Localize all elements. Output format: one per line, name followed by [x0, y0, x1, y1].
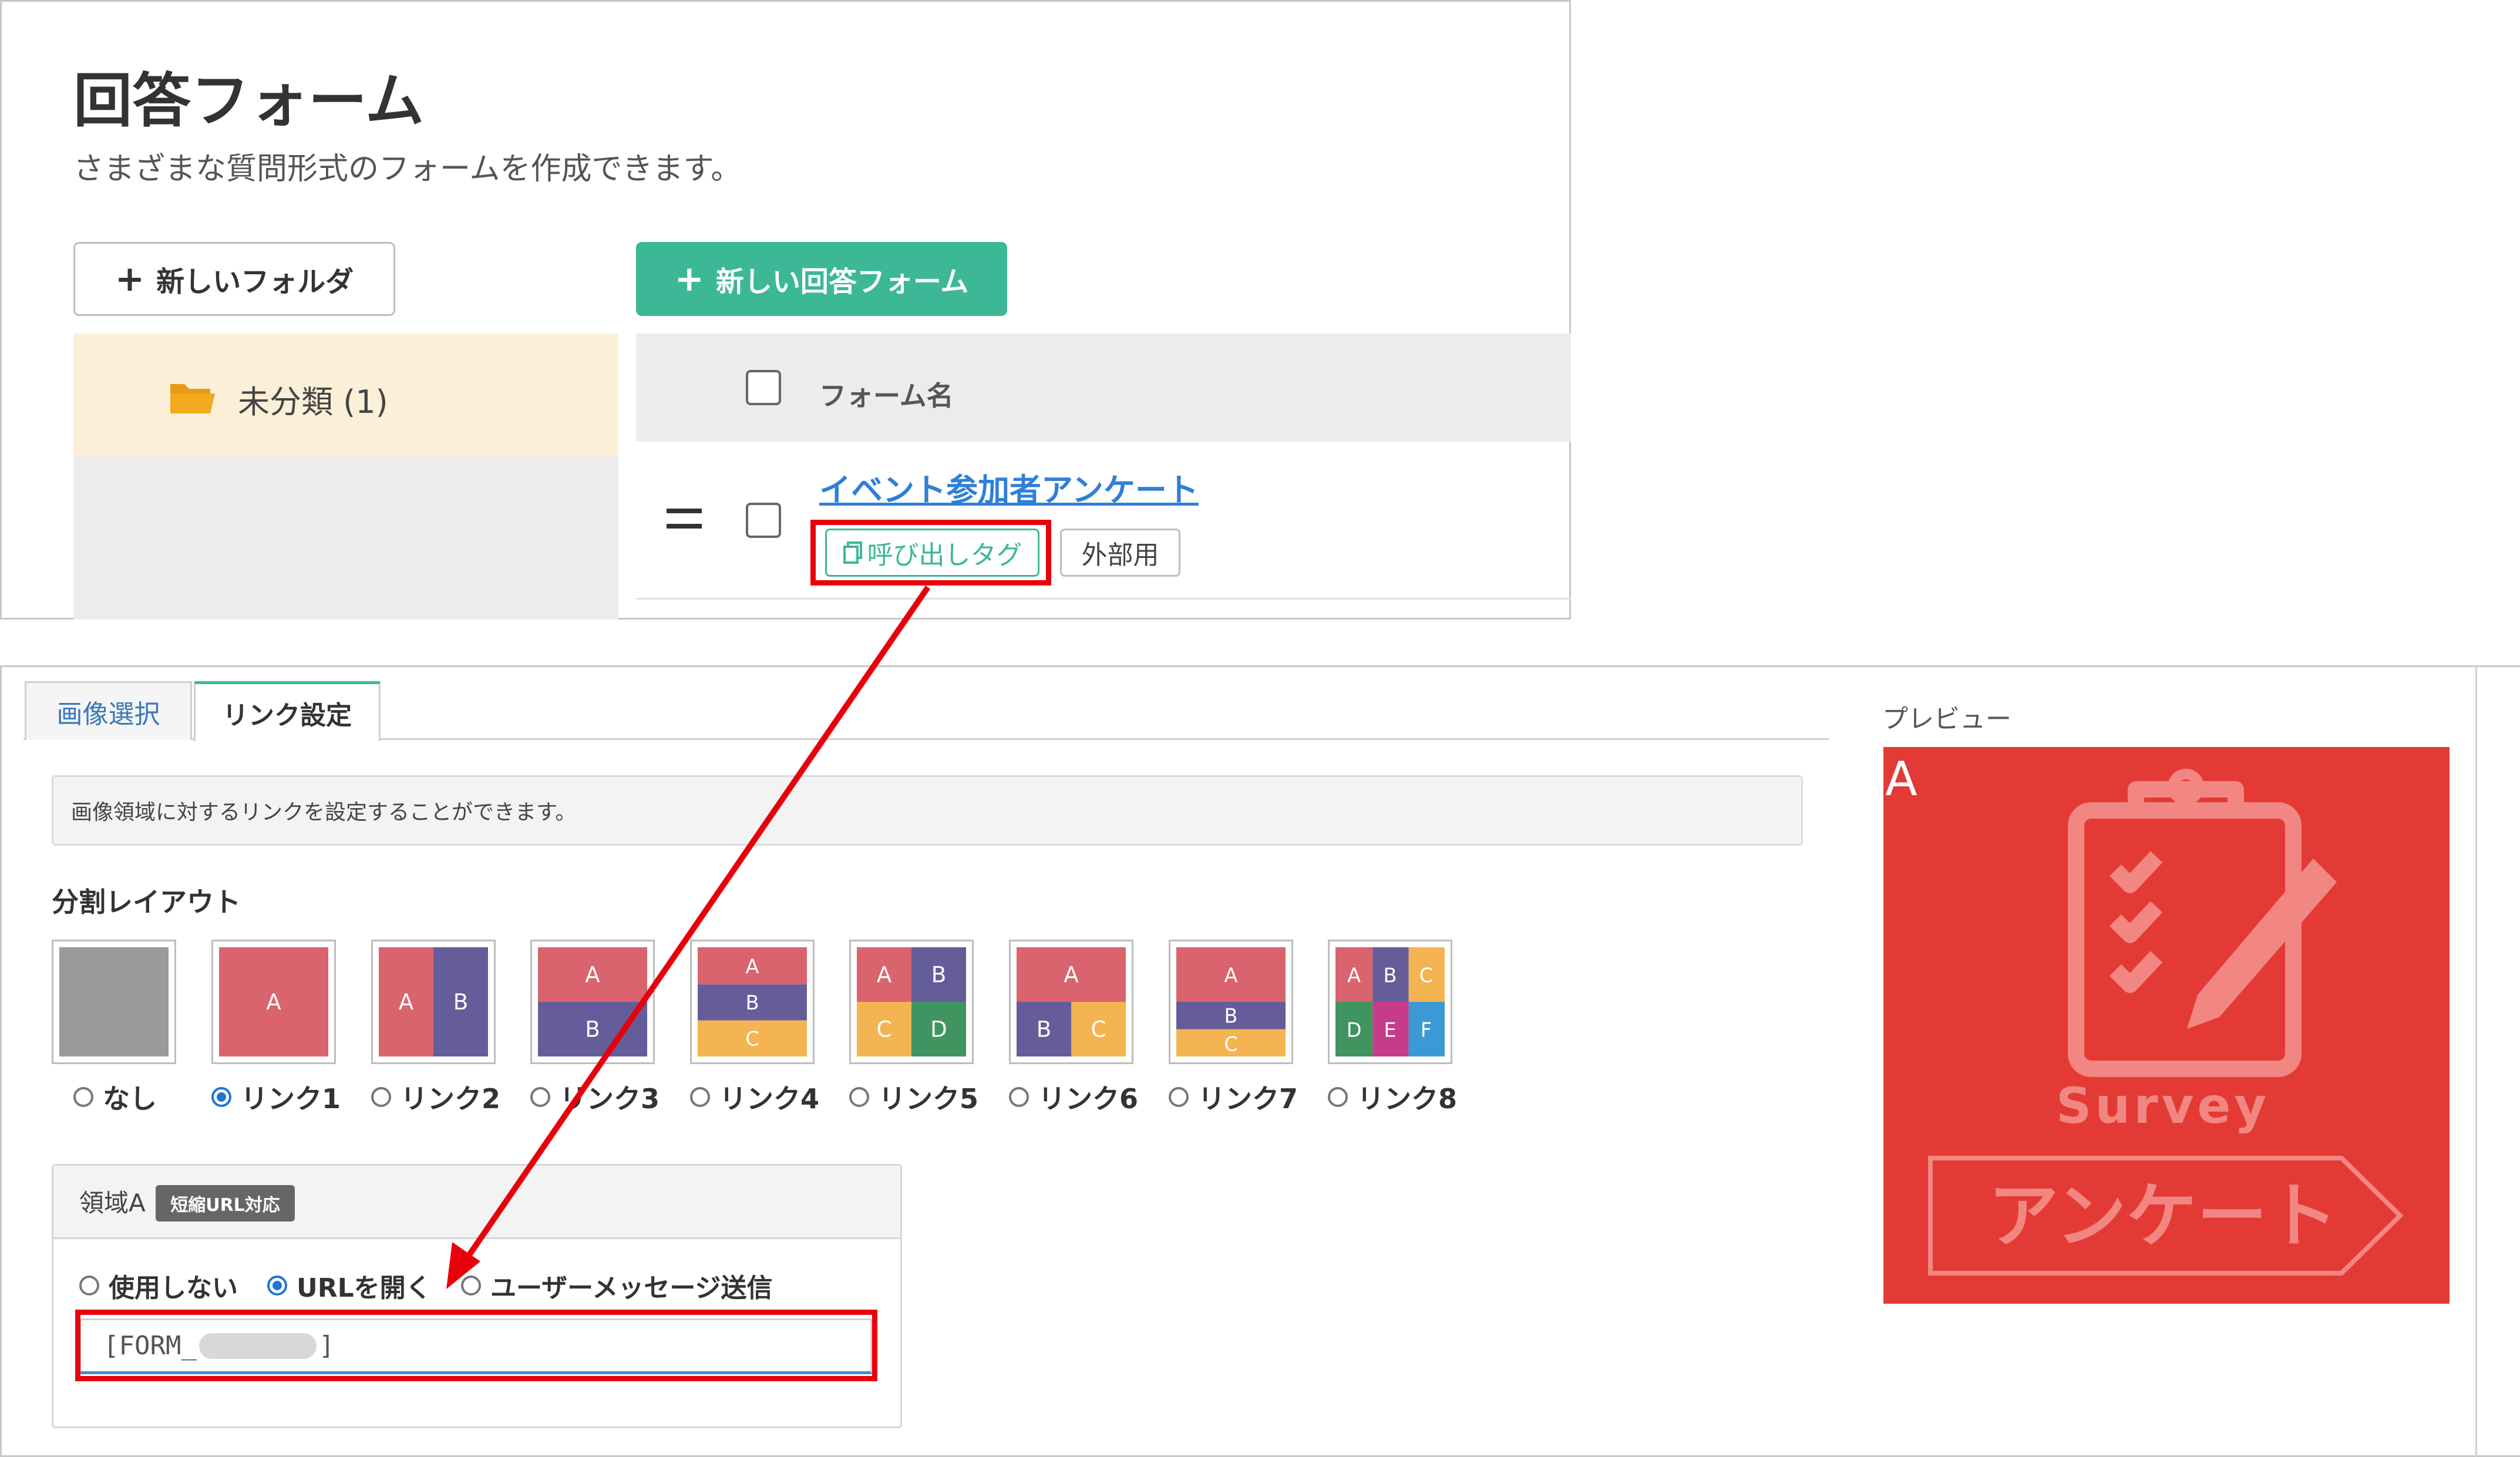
page-title: 回答フォーム	[73, 66, 424, 135]
layout-thumb-link5[interactable]: A B C D	[849, 940, 974, 1064]
pencil-icon	[2187, 859, 2337, 1029]
preview-label: プレビュー	[1882, 704, 2011, 734]
short-url-badge: 短縮URL対応	[156, 1185, 295, 1222]
external-button[interactable]: 外部用	[1060, 529, 1180, 577]
plus-icon: +	[115, 258, 145, 300]
layout-thumb-link1[interactable]: A	[211, 940, 336, 1064]
svg-text:A: A	[746, 955, 759, 978]
radio-button[interactable]	[461, 1276, 481, 1296]
new-form-label: 新しい回答フォーム	[715, 265, 969, 298]
action-option-open-url[interactable]: URLを開く	[267, 1267, 432, 1304]
action-option-none[interactable]: 使用しない	[79, 1267, 238, 1304]
svg-text:E: E	[1384, 1019, 1396, 1042]
callout-highlight-url-input	[75, 1310, 877, 1381]
folder-open-icon	[170, 384, 215, 413]
row-divider	[636, 598, 1571, 600]
callout-highlight-call-tag	[810, 520, 1051, 586]
preview-text-ja: アンケート	[1988, 1176, 2337, 1257]
info-message: 画像領域に対するリンクを設定することができます。	[52, 775, 1803, 846]
svg-text:B: B	[1384, 964, 1397, 987]
new-form-button[interactable]: + 新しい回答フォーム	[636, 242, 1007, 316]
new-folder-button[interactable]: + 新しいフォルダ	[73, 242, 395, 316]
svg-text:C: C	[745, 1027, 759, 1050]
svg-text:B: B	[746, 991, 759, 1014]
svg-text:A: A	[1347, 964, 1361, 987]
radio-button[interactable]	[1009, 1087, 1029, 1107]
layout-thumb-link8[interactable]: A B C D E F	[1328, 940, 1452, 1064]
radio-button[interactable]	[849, 1087, 869, 1107]
svg-text:C: C	[1091, 1017, 1106, 1042]
svg-text:B: B	[1037, 1017, 1052, 1042]
radio-button-selected[interactable]	[267, 1276, 287, 1296]
svg-text:D: D	[930, 1017, 947, 1042]
column-header-form-name: フォーム名	[819, 380, 954, 412]
svg-text:C: C	[877, 1017, 892, 1042]
svg-text:A: A	[1224, 964, 1238, 987]
radio-button[interactable]	[530, 1087, 550, 1107]
layout-thumb-none[interactable]	[52, 940, 176, 1064]
layout-option-link4[interactable]: リンク4	[690, 1078, 819, 1116]
preview-region-letter: A	[1885, 752, 1917, 806]
plus-icon: +	[674, 258, 704, 300]
svg-text:D: D	[1347, 1019, 1362, 1042]
svg-text:B: B	[1224, 1004, 1238, 1027]
svg-text:F: F	[1421, 1019, 1432, 1042]
layout-thumb-link6[interactable]: A B C	[1009, 940, 1133, 1064]
svg-text:C: C	[1419, 964, 1433, 987]
panel-divider	[2475, 665, 2477, 1457]
radio-button[interactable]	[1169, 1087, 1189, 1107]
svg-text:A: A	[585, 962, 600, 988]
layout-heading: 分割レイアウト	[52, 886, 241, 918]
form-name-link[interactable]: イベント参加者アンケート	[819, 464, 1199, 510]
preview-image: Survey アンケート	[1883, 747, 2450, 1304]
radio-button[interactable]	[690, 1087, 710, 1107]
layout-option-link2[interactable]: リンク2	[371, 1078, 500, 1116]
svg-text:A: A	[1064, 962, 1079, 988]
page-subtitle: さまざまな質問形式のフォームを作成できます。	[73, 152, 742, 187]
layout-option-link7[interactable]: リンク7	[1169, 1078, 1298, 1116]
layout-thumb-link4[interactable]: A B C	[690, 940, 815, 1064]
radio-button[interactable]	[79, 1276, 99, 1296]
area-label: 領域A	[79, 1189, 146, 1217]
preview-text-en: Survey	[2056, 1077, 2270, 1135]
layout-option-link3[interactable]: リンク3	[530, 1078, 660, 1116]
layout-thumb-link7[interactable]: A B C	[1169, 940, 1293, 1064]
svg-text:C: C	[1224, 1033, 1237, 1056]
svg-text:A: A	[266, 989, 281, 1015]
layout-option-link5[interactable]: リンク5	[849, 1078, 978, 1116]
folder-label: 未分類 (1)	[238, 383, 388, 420]
layout-option-link8[interactable]: リンク8	[1328, 1078, 1457, 1116]
tab-link-settings[interactable]: リンク設定	[194, 681, 381, 741]
svg-text:B: B	[585, 1017, 600, 1042]
svg-text:B: B	[453, 989, 469, 1015]
radio-button[interactable]	[1328, 1087, 1348, 1107]
action-option-user-message[interactable]: ユーザーメッセージ送信	[461, 1267, 772, 1304]
drag-handle-icon[interactable]	[667, 509, 702, 534]
new-folder-label: 新しいフォルダ	[156, 265, 354, 298]
svg-text:A: A	[877, 962, 892, 988]
layout-option-none[interactable]: なし	[73, 1078, 157, 1116]
tab-image-select[interactable]: 画像選択	[25, 681, 192, 740]
svg-text:A: A	[399, 989, 414, 1015]
select-all-checkbox[interactable]	[746, 370, 781, 405]
layout-option-link6[interactable]: リンク6	[1009, 1078, 1138, 1116]
radio-button-selected[interactable]	[211, 1087, 231, 1107]
radio-button[interactable]	[73, 1087, 93, 1107]
radio-button[interactable]	[371, 1087, 391, 1107]
row-checkbox[interactable]	[746, 503, 781, 538]
layout-thumb-link2[interactable]: A B	[371, 940, 496, 1064]
layout-option-link1[interactable]: リンク1	[211, 1078, 341, 1116]
layout-thumb-link3[interactable]: A B	[530, 940, 655, 1064]
svg-text:B: B	[931, 962, 947, 988]
